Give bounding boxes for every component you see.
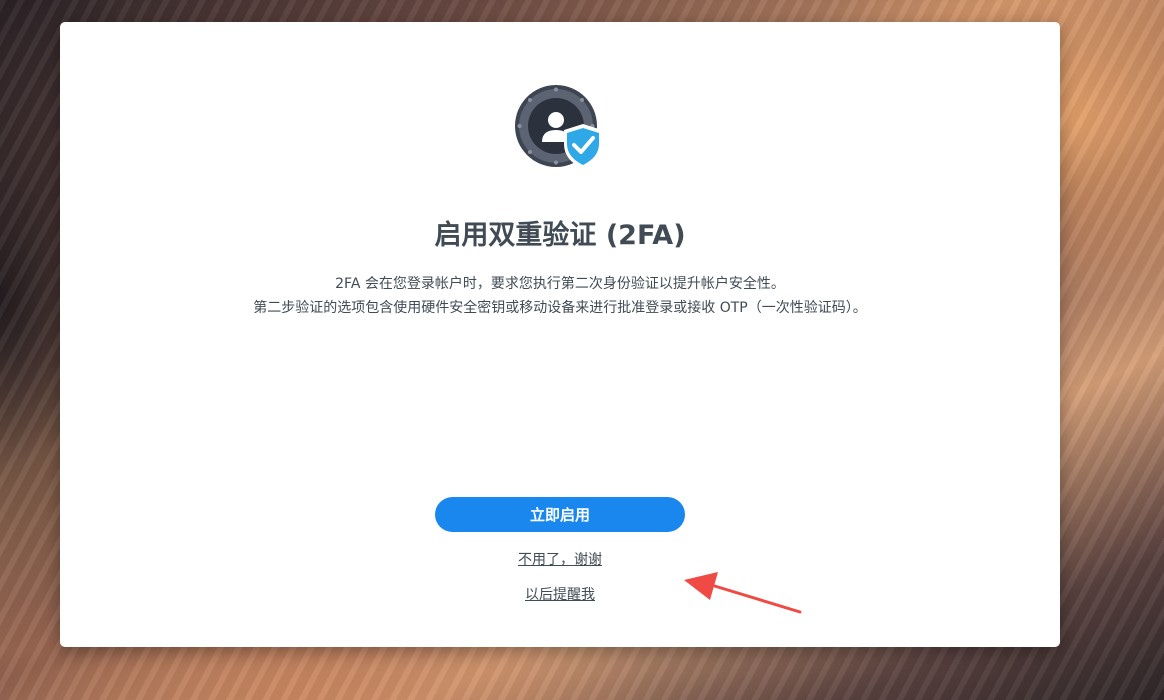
description-line-2: 第二步验证的选项包含使用硬件安全密钥或移动设备来进行批准登录或接收 OTP（一次… <box>253 300 867 316</box>
red-arrow-icon <box>684 572 802 614</box>
enable-2fa-dialog: 启用双重验证 (2FA) 2FA 会在您登录帐户时，要求您执行第二次身份验证以提… <box>60 22 1060 647</box>
remind-later-link[interactable]: 以后提醒我 <box>525 587 595 603</box>
dialog-title: 启用双重验证 (2FA) <box>434 220 686 251</box>
account-shield-check-icon <box>515 85 602 169</box>
decline-link-container: 不用了，谢谢 <box>60 550 1060 570</box>
description-line-1: 2FA 会在您登录帐户时，要求您执行第二次身份验证以提升帐户安全性。 <box>335 276 785 292</box>
decline-link[interactable]: 不用了，谢谢 <box>518 552 602 568</box>
remind-later-link-container: 以后提醒我 <box>60 585 1060 605</box>
enable-now-button[interactable]: 立即启用 <box>435 497 685 532</box>
desktop-background: 启用双重验证 (2FA) 2FA 会在您登录帐户时，要求您执行第二次身份验证以提… <box>0 0 1164 700</box>
dialog-description: 2FA 会在您登录帐户时，要求您执行第二次身份验证以提升帐户安全性。 第二步验证… <box>60 272 1060 320</box>
